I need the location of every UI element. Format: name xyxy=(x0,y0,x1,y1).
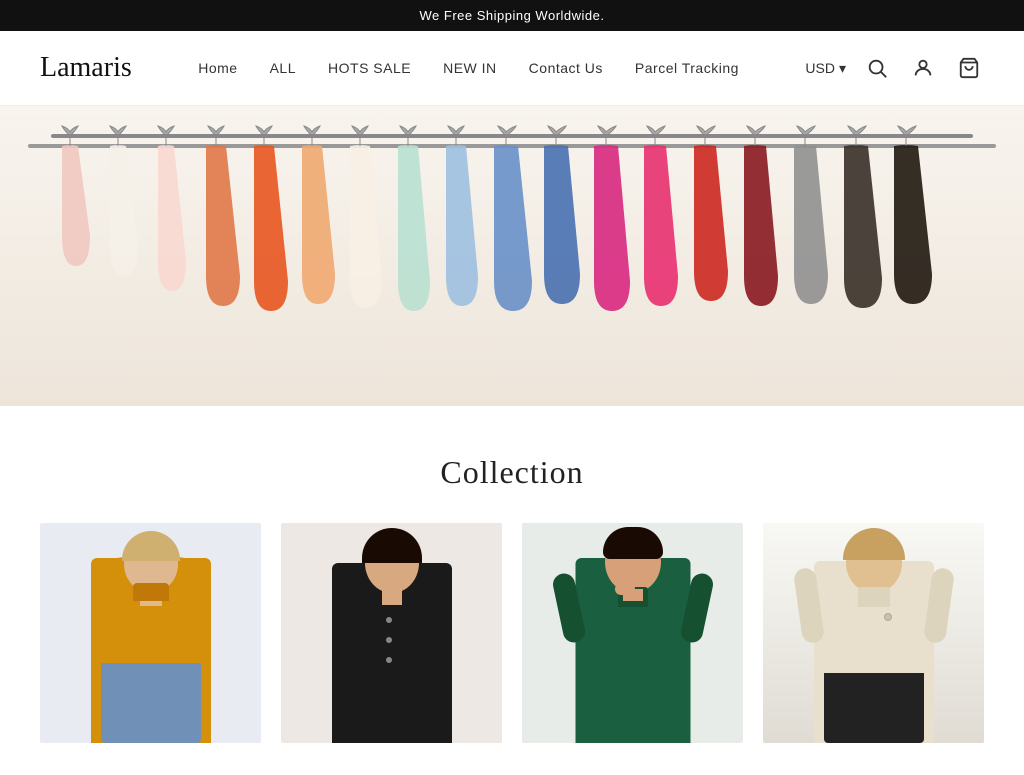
currency-label: USD xyxy=(805,60,835,76)
clothes-rack-svg xyxy=(0,106,1024,406)
currency-selector[interactable]: USD ▾ xyxy=(805,60,846,77)
hero-banner xyxy=(0,106,1024,406)
nav-hots-sale[interactable]: HOTS SALE xyxy=(328,60,411,76)
nav-parcel-tracking[interactable]: Parcel Tracking xyxy=(635,60,739,76)
product-image-4 xyxy=(763,523,984,743)
nav-new-in[interactable]: NEW IN xyxy=(443,60,497,76)
announcement-text: We Free Shipping Worldwide. xyxy=(420,8,605,23)
product-card-1[interactable] xyxy=(40,523,261,743)
announcement-bar: We Free Shipping Worldwide. xyxy=(0,0,1024,31)
search-button[interactable] xyxy=(862,53,892,83)
collection-section: Collection xyxy=(0,406,1024,775)
collection-title: Collection xyxy=(40,454,984,491)
user-icon xyxy=(912,57,934,79)
product-card-2[interactable] xyxy=(281,523,502,743)
hanger-rod xyxy=(51,134,973,138)
search-icon xyxy=(866,57,888,79)
product-image-1 xyxy=(40,523,261,743)
nav-icons: USD ▾ xyxy=(805,53,984,83)
cart-button[interactable] xyxy=(954,53,984,83)
product-image-3 xyxy=(522,523,743,743)
nav-contact-us[interactable]: Contact Us xyxy=(529,60,603,76)
clothes-rack-image xyxy=(0,106,1024,406)
product-card-3[interactable] xyxy=(522,523,743,743)
main-nav: Home ALL HOTS SALE NEW IN Contact Us Par… xyxy=(198,60,739,76)
account-button[interactable] xyxy=(908,53,938,83)
nav-all[interactable]: ALL xyxy=(270,60,296,76)
nav-home[interactable]: Home xyxy=(198,60,237,76)
product-card-4[interactable] xyxy=(763,523,984,743)
product-grid xyxy=(40,523,984,743)
logo[interactable]: Lamaris xyxy=(40,52,132,84)
cart-icon xyxy=(958,57,980,79)
header: Lamaris Home ALL HOTS SALE NEW IN Contac… xyxy=(0,31,1024,106)
currency-chevron-icon: ▾ xyxy=(839,60,846,77)
product-image-2 xyxy=(281,523,502,743)
